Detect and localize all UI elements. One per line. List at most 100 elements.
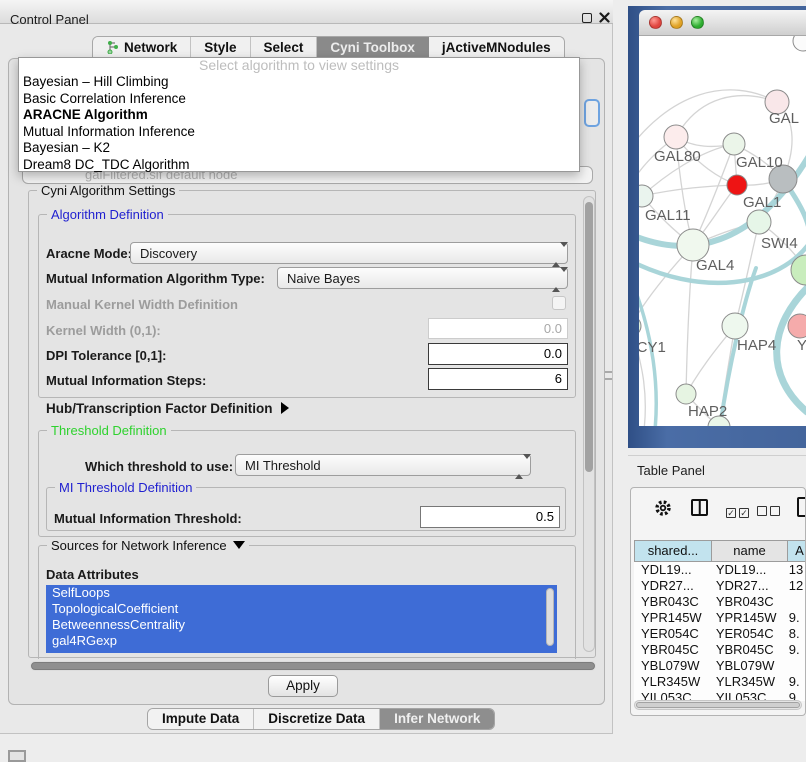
network-node[interactable]: [664, 125, 688, 149]
data-attributes-list[interactable]: SelfLoopsTopologicalCoefficientBetweenne…: [46, 585, 557, 653]
table-column-header[interactable]: shared...: [634, 540, 712, 562]
tab-cyni-toolbox[interactable]: Cyni Toolbox: [317, 37, 429, 58]
tab-network[interactable]: Network: [93, 37, 191, 58]
mi-algorithm-type-combo[interactable]: Naive Bayes: [277, 267, 568, 289]
collapsed-arrow-icon: [281, 402, 289, 414]
kernel-width-label: Kernel Width (0,1):: [46, 323, 161, 338]
algorithm-option[interactable]: Mutual Information Inference: [19, 124, 579, 141]
attribute-item[interactable]: TopologicalCoefficient: [46, 601, 557, 617]
network-node[interactable]: [639, 316, 641, 336]
table-row[interactable]: YER054CYER054C8.: [634, 626, 805, 642]
deselect-all-columns-icon[interactable]: [757, 503, 783, 521]
network-window-titlebar[interactable]: [639, 10, 806, 36]
manual-kernel-width-label: Manual Kernel Width Definition: [46, 297, 238, 312]
table-row[interactable]: YBR043CYBR043C: [634, 594, 805, 610]
network-node[interactable]: [723, 133, 745, 155]
node-label: GAL4: [696, 257, 734, 274]
network-edge[interactable]: [676, 96, 777, 137]
algorithm-option[interactable]: Bayesian – Hill Climbing: [19, 74, 579, 91]
table-cell: YDL19...: [634, 562, 709, 578]
table-cell: YBR043C: [709, 594, 782, 610]
attribute-item[interactable]: BetweennessCentrality: [46, 617, 557, 633]
table-panel-title: Table Panel: [637, 463, 705, 478]
network-edge[interactable]: [686, 245, 693, 394]
sources-title[interactable]: Sources for Network Inference: [47, 538, 249, 553]
algorithm-option[interactable]: Basic Correlation Inference: [19, 91, 579, 108]
node-label: GAL10: [736, 154, 783, 171]
float-panel-icon[interactable]: [582, 13, 592, 23]
network-node[interactable]: [793, 36, 806, 51]
table-row[interactable]: YDL19...YDL19...13: [634, 562, 805, 578]
table-horizontal-scrollbar[interactable]: [634, 700, 802, 710]
mi-steps-field[interactable]: 6: [428, 368, 568, 390]
node-label: GAL80: [654, 148, 701, 165]
attribute-item[interactable]: gal4RGexp: [46, 633, 557, 649]
close-panel-icon[interactable]: [599, 12, 610, 23]
table-panel-separator: [628, 455, 806, 456]
splitter-handle[interactable]: [605, 371, 612, 380]
manual-kernel-width-checkbox[interactable]: [552, 296, 566, 310]
combo-arrows-icon: [552, 247, 561, 261]
hub-definition-toggle[interactable]: Hub/Transcription Factor Definition: [46, 401, 289, 416]
table-body: YDL19...YDL19...13YDR27...YDR27...12YBR0…: [634, 562, 805, 701]
algorithm-option[interactable]: Dream8 DC_TDC Algorithm: [19, 157, 579, 174]
apply-button[interactable]: Apply: [268, 675, 338, 697]
column-selector-icon[interactable]: [691, 499, 708, 516]
aracne-mode-combo[interactable]: Discovery: [130, 242, 568, 264]
which-threshold-combo[interactable]: MI Threshold: [235, 454, 531, 476]
aracne-mode-label: Aracne Mode:: [46, 246, 132, 261]
tab-style[interactable]: Style: [191, 37, 250, 58]
threshold-definition-title: Threshold Definition: [47, 423, 171, 438]
algorithm-combo-focus-ring[interactable]: [584, 99, 600, 127]
zoom-window-icon[interactable]: [691, 16, 704, 29]
gear-icon[interactable]: [653, 498, 673, 523]
tab-label: jActiveMNodules: [442, 40, 551, 55]
mi-type-value: Naive Bayes: [287, 271, 360, 286]
minimize-window-icon[interactable]: [670, 16, 683, 29]
node-label: Y: [797, 337, 806, 354]
scrollbar-thumb[interactable]: [31, 662, 595, 670]
dpi-tolerance-field[interactable]: 0.0: [428, 343, 568, 365]
table-row[interactable]: YDR27...YDR27...12: [634, 578, 805, 594]
network-canvas[interactable]: GALGAL80GAL10GAL1GAL11SWI4GAL4GCY1HAP4YH…: [639, 36, 806, 426]
table-column-header[interactable]: A: [788, 540, 806, 562]
network-node[interactable]: [788, 314, 806, 338]
tab-jactivemnodules[interactable]: jActiveMNodules: [429, 37, 564, 58]
table-row[interactable]: YPR145WYPR145W9.: [634, 610, 805, 626]
dropdown-item-list: Bayesian – Hill ClimbingBasic Correlatio…: [19, 74, 579, 173]
table-row[interactable]: YLR345WYLR345W9.: [634, 674, 805, 690]
algorithm-option[interactable]: ARACNE Algorithm: [19, 107, 579, 124]
which-threshold-value: MI Threshold: [245, 458, 321, 473]
dpi-tolerance-label: DPI Tolerance [0,1]:: [46, 348, 166, 363]
tab-select[interactable]: Select: [251, 37, 318, 58]
table-row[interactable]: YBL079WYBL079W: [634, 658, 805, 674]
network-node[interactable]: [747, 210, 771, 234]
select-all-columns-icon[interactable]: ✓✓: [726, 503, 752, 521]
scrollbar-thumb[interactable]: [585, 202, 593, 472]
minimized-panel-icon[interactable]: [8, 750, 26, 762]
tab-infer-network[interactable]: Infer Network: [380, 709, 494, 729]
tab-impute-data[interactable]: Impute Data: [148, 709, 254, 729]
algorithm-option[interactable]: Bayesian – K2: [19, 140, 579, 157]
mi-threshold-field[interactable]: 0.5: [420, 506, 560, 528]
network-node[interactable]: [676, 384, 696, 404]
table-row[interactable]: YBR045CYBR045C9.: [634, 642, 805, 658]
network-edge[interactable]: [642, 185, 737, 196]
settings-horizontal-scrollbar[interactable]: [30, 661, 596, 671]
network-node[interactable]: [722, 313, 748, 339]
table-cell: YER054C: [634, 626, 709, 642]
scrollbar-thumb[interactable]: [636, 702, 800, 708]
close-window-icon[interactable]: [649, 16, 662, 29]
settings-vertical-scrollbar[interactable]: [583, 196, 595, 652]
tab-discretize-data[interactable]: Discretize Data: [254, 709, 380, 729]
kernel-width-field[interactable]: 0.0: [428, 318, 568, 339]
new-table-icon[interactable]: [797, 497, 806, 517]
attributes-scrollbar-thumb[interactable]: [546, 588, 554, 646]
table-cell: [782, 658, 805, 674]
network-node[interactable]: [727, 175, 747, 195]
table-column-header[interactable]: name: [712, 540, 788, 562]
table-cell: YBL079W: [709, 658, 782, 674]
algorithm-dropdown-popup: Select algorithm to view settings Bayesi…: [18, 57, 580, 172]
table-cell: 13: [782, 562, 805, 578]
attribute-item[interactable]: SelfLoops: [46, 585, 557, 601]
